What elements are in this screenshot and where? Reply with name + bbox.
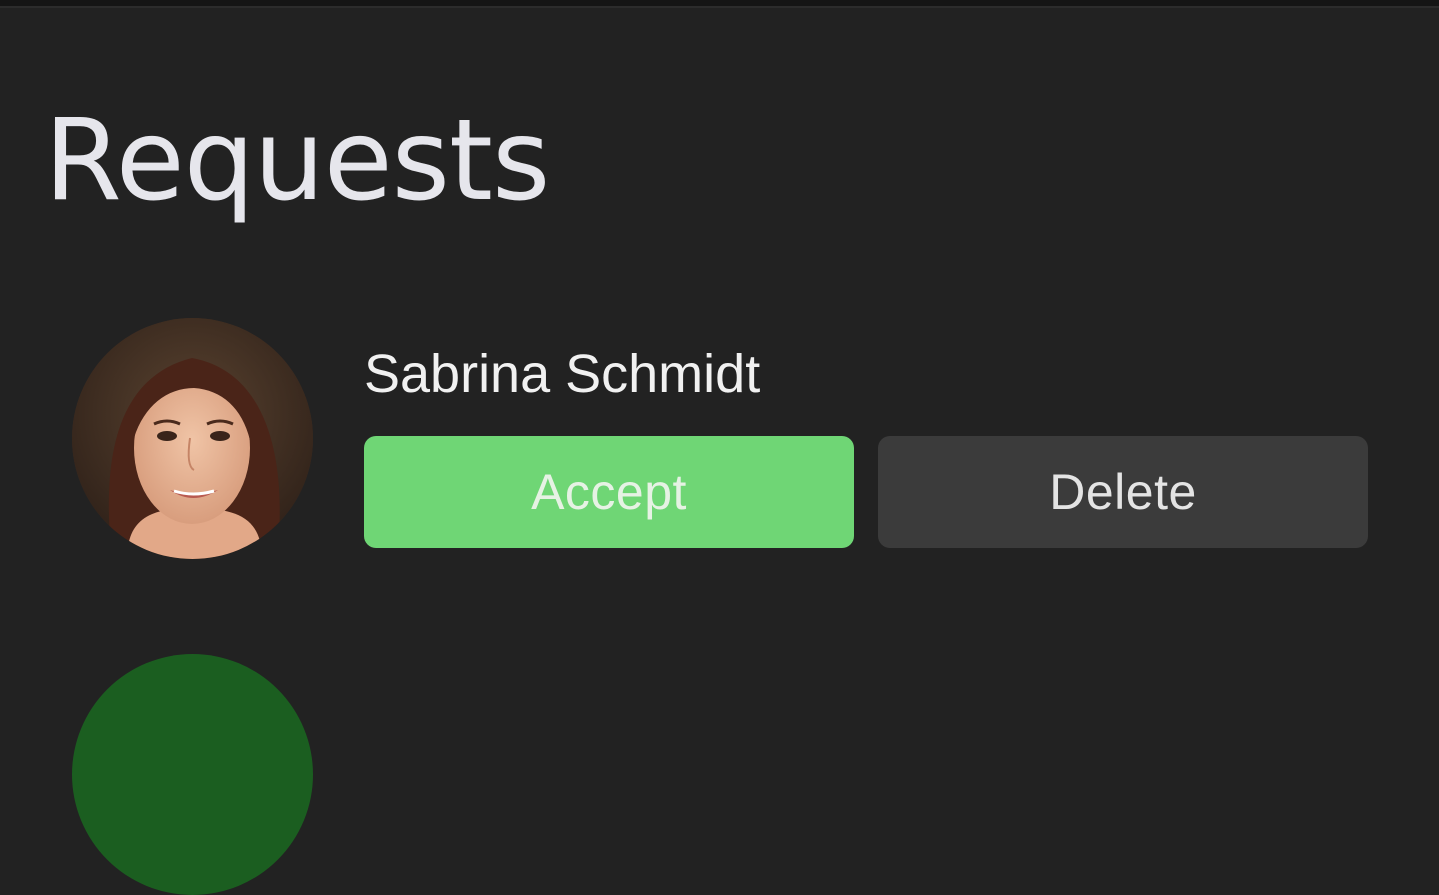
next-request-avatar[interactable]: [72, 654, 313, 895]
avatar[interactable]: [72, 318, 313, 559]
accept-button[interactable]: Accept: [364, 436, 854, 548]
requester-name: Sabrina Schmidt: [364, 344, 761, 404]
request-item: Sabrina Schmidt Accept Delete: [0, 318, 1439, 560]
top-divider: [0, 0, 1439, 8]
page-title: Requests: [44, 96, 550, 226]
delete-button[interactable]: Delete: [878, 436, 1368, 548]
avatar-photo: [72, 318, 313, 559]
